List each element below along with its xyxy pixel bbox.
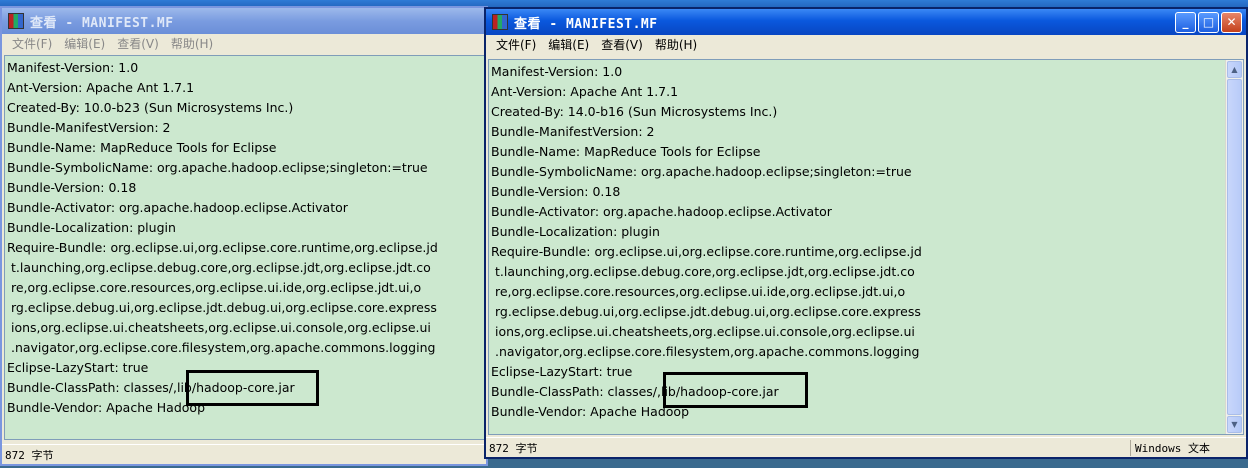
right-text-line: rg.eclipse.debug.ui,org.eclipse.jdt.debu…: [491, 304, 921, 319]
right-status-bytes: 872 字节: [489, 441, 538, 455]
right-text-line: .navigator,org.eclipse.core.filesystem,o…: [491, 344, 920, 359]
right-text-line: Bundle-Name: MapReduce Tools for Eclipse: [491, 144, 761, 159]
right-viewer-window[interactable]: 查看 - MANIFEST.MF _ □ ✕ 文件(F) 编辑(E) 查看(V)…: [484, 7, 1248, 459]
right-status-encoding: Windows 文本: [1130, 439, 1210, 456]
right-text-line: t.launching,org.eclipse.debug.core,org.e…: [491, 264, 915, 279]
right-menu-view[interactable]: 查看(V): [595, 36, 649, 53]
left-text-line: ions,org.eclipse.ui.cheatsheets,org.ecli…: [7, 320, 431, 335]
right-text-line: ions,org.eclipse.ui.cheatsheets,org.ecli…: [491, 324, 915, 339]
left-status-bytes: 872 字节: [5, 448, 54, 462]
close-icon[interactable]: ✕: [1221, 11, 1242, 33]
right-menu-file[interactable]: 文件(F): [490, 36, 542, 53]
winrar-books-icon: [492, 14, 508, 30]
maximize-icon[interactable]: □: [1198, 11, 1219, 33]
right-text-line: Bundle-Activator: org.apache.hadoop.ecli…: [491, 204, 832, 219]
scroll-down-icon[interactable]: ▼: [1227, 416, 1242, 433]
left-status-bar: 872 字节: [2, 444, 486, 464]
right-text-line: Require-Bundle: org.eclipse.ui,org.eclip…: [491, 244, 922, 259]
left-text-line: Bundle-Version: 0.18: [7, 180, 137, 195]
left-text-line: .navigator,org.eclipse.core.filesystem,o…: [7, 340, 436, 355]
right-title-bar[interactable]: 查看 - MANIFEST.MF _ □ ✕: [486, 9, 1246, 35]
scroll-up-icon[interactable]: ▲: [1227, 61, 1242, 78]
right-classpath-highlight: [663, 372, 808, 408]
vertical-scrollbar[interactable]: ▲ ▼: [1225, 60, 1243, 434]
right-text-line: Bundle-Vendor: Apache Hadoop: [491, 404, 690, 419]
right-text-line: re,org.eclipse.core.resources,org.eclips…: [491, 284, 906, 299]
left-menu-edit[interactable]: 编辑(E): [58, 35, 111, 52]
right-text-area[interactable]: Manifest-Version: 1.0 Ant-Version: Apache…: [488, 59, 1244, 435]
right-text-line: Bundle-ManifestVersion: 2: [491, 124, 655, 139]
left-menu-help[interactable]: 帮助(H): [165, 35, 219, 52]
left-window-title: 查看 - MANIFEST.MF: [30, 15, 174, 31]
left-classpath-highlight: [186, 370, 319, 406]
right-text-line: Manifest-Version: 1.0: [491, 64, 623, 79]
right-menu-bar: 文件(F) 编辑(E) 查看(V) 帮助(H): [486, 35, 1246, 54]
right-text-line: Eclipse-LazyStart: true: [491, 364, 633, 379]
right-status-bar: 872 字节 Windows 文本: [486, 437, 1246, 457]
right-menu-help[interactable]: 帮助(H): [649, 36, 703, 53]
right-menu-edit[interactable]: 编辑(E): [542, 36, 595, 53]
left-menu-view[interactable]: 查看(V): [111, 35, 165, 52]
left-text-line: Ant-Version: Apache Ant 1.7.1: [7, 80, 195, 95]
right-text-line: Bundle-Version: 0.18: [491, 184, 621, 199]
left-menu-file[interactable]: 文件(F): [6, 35, 58, 52]
right-text-line: Bundle-ClassPath: classes/,lib/hadoop-co…: [491, 384, 779, 399]
left-text-line: re,org.eclipse.core.resources,org.eclips…: [7, 280, 422, 295]
left-text-line: Bundle-Name: MapReduce Tools for Eclipse: [7, 140, 277, 155]
left-text-line: Bundle-SymbolicName: org.apache.hadoop.e…: [7, 160, 428, 175]
left-title-bar[interactable]: 查看 - MANIFEST.MF: [2, 8, 486, 34]
right-text-line: Ant-Version: Apache Ant 1.7.1: [491, 84, 679, 99]
minimize-icon[interactable]: _: [1175, 11, 1196, 33]
right-text-line: Bundle-SymbolicName: org.apache.hadoop.e…: [491, 164, 912, 179]
winrar-books-icon: [8, 13, 24, 29]
left-text-line: Require-Bundle: org.eclipse.ui,org.eclip…: [7, 240, 438, 255]
left-text-line: Bundle-Localization: plugin: [7, 220, 176, 235]
right-text-line: Bundle-Localization: plugin: [491, 224, 660, 239]
scrollbar-thumb[interactable]: [1227, 79, 1242, 415]
left-text-line: t.launching,org.eclipse.debug.core,org.e…: [7, 260, 431, 275]
right-text-line: Created-By: 14.0-b16 (Sun Microsystems I…: [491, 104, 778, 119]
left-text-line: Manifest-Version: 1.0: [7, 60, 139, 75]
left-text-line: Bundle-ManifestVersion: 2: [7, 120, 171, 135]
left-text-line: Created-By: 10.0-b23 (Sun Microsystems I…: [7, 100, 294, 115]
right-window-title: 查看 - MANIFEST.MF: [514, 16, 658, 32]
left-text-line: rg.eclipse.debug.ui,org.eclipse.jdt.debu…: [7, 300, 437, 315]
left-menu-bar: 文件(F) 编辑(E) 查看(V) 帮助(H): [2, 34, 486, 53]
left-text-line: Bundle-Activator: org.apache.hadoop.ecli…: [7, 200, 348, 215]
